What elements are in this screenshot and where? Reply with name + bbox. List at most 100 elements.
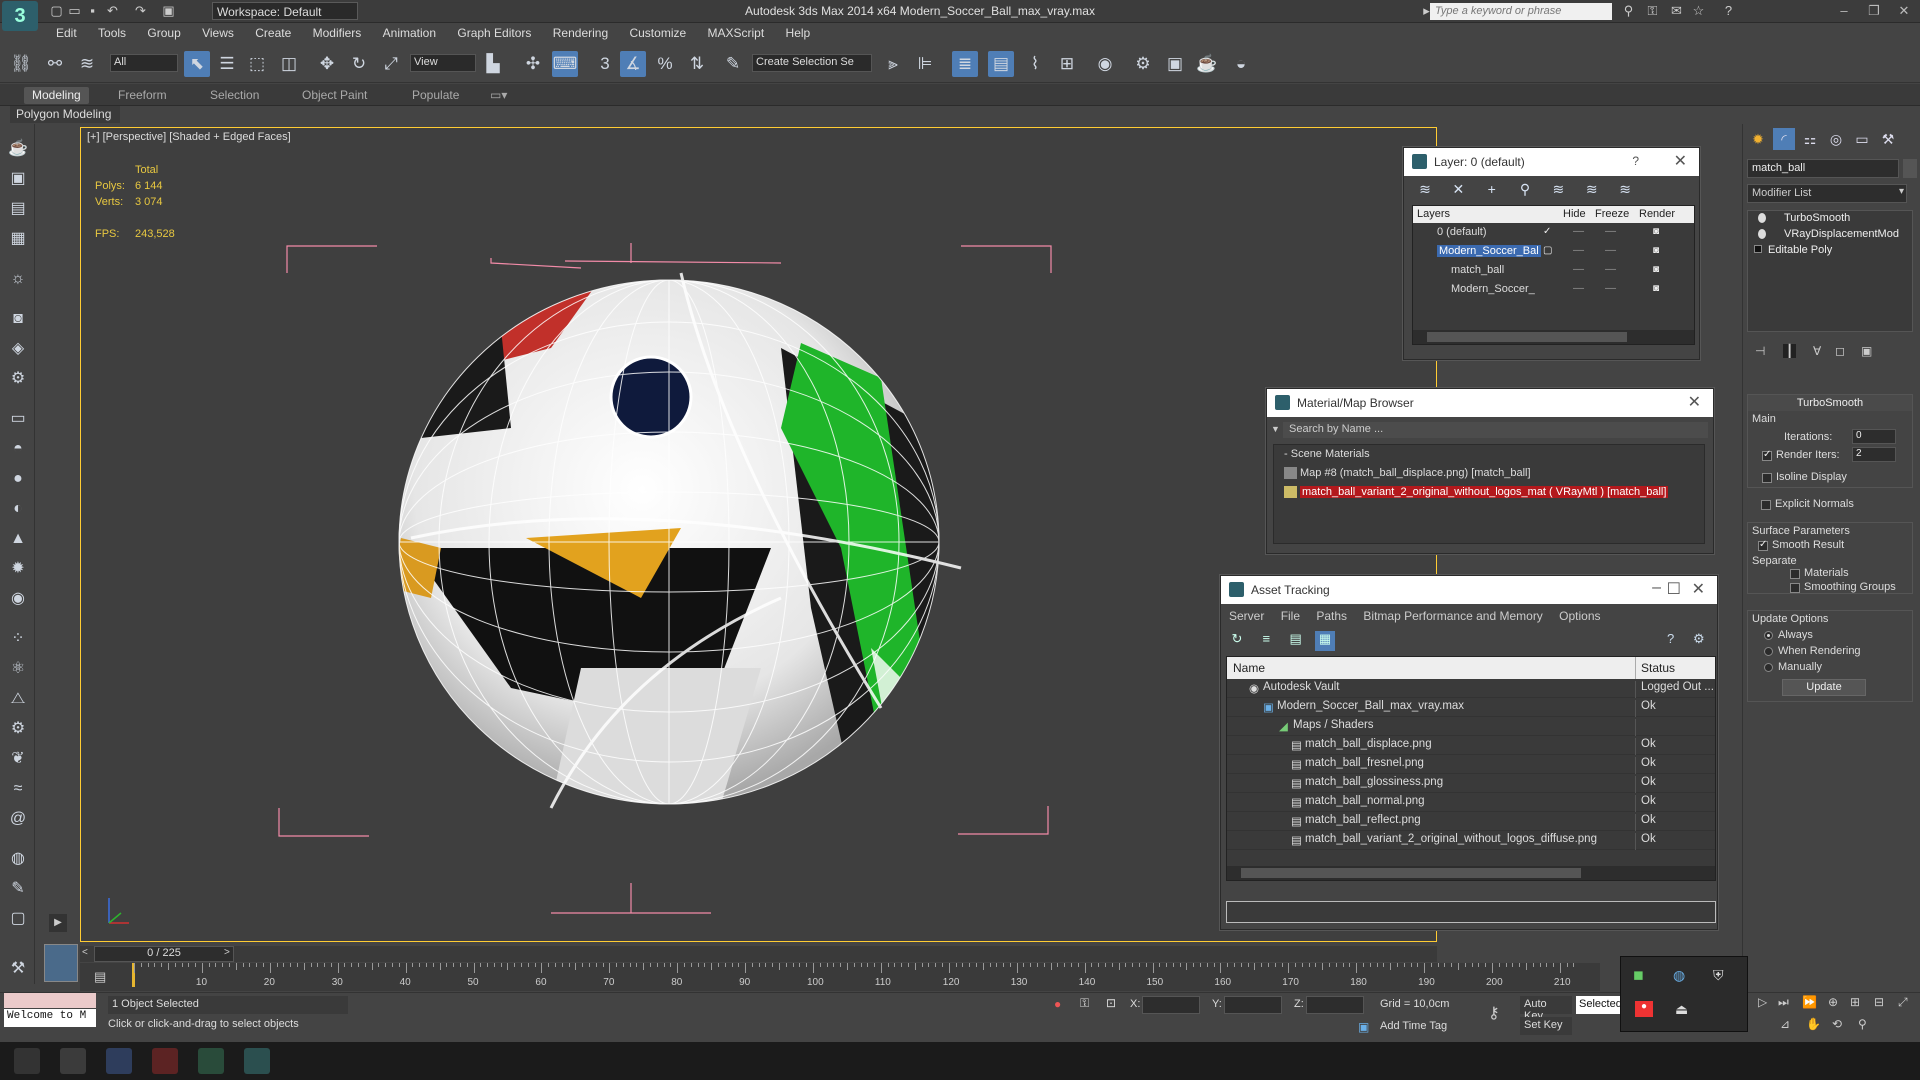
pyramid-icon[interactable]: ⧍ bbox=[7, 688, 29, 710]
asset-row[interactable]: ▣ Modern_Soccer_Ball_max_vray.max Ok bbox=[1227, 698, 1715, 717]
show-end-result-icon[interactable]: ┃ bbox=[1783, 344, 1797, 358]
maximize-icon[interactable]: ☐ bbox=[1667, 579, 1681, 599]
named-selection-dropdown[interactable]: Create Selection Se bbox=[752, 54, 872, 72]
project-folder-icon[interactable]: ▣ bbox=[160, 3, 177, 19]
menu-animation[interactable]: Animation bbox=[383, 24, 436, 42]
ribbon-options-icon[interactable]: ▭▾ bbox=[482, 87, 515, 104]
maximize-viewport-icon[interactable]: ⤢ bbox=[1898, 995, 1908, 1010]
bind-spacewarp-icon[interactable]: ≋ bbox=[74, 51, 100, 77]
teapot-tool-icon[interactable]: ☕ bbox=[7, 138, 29, 160]
select-layer-objects-icon[interactable]: ⚲ bbox=[1514, 181, 1536, 201]
render-toggle-icon[interactable]: ◙ bbox=[1653, 226, 1659, 237]
pan-icon[interactable]: ✋ bbox=[1806, 1017, 1821, 1031]
grid-view-icon[interactable]: ▦ bbox=[7, 228, 29, 250]
light-bulb-icon[interactable]: ☼ bbox=[7, 268, 29, 290]
spinner-snap-icon[interactable]: ⇅ bbox=[684, 51, 710, 77]
scene-materials-group[interactable]: - Scene Materials bbox=[1274, 445, 1704, 464]
new-file-icon[interactable]: ▢ bbox=[48, 3, 65, 19]
list-view-icon[interactable]: ≡ bbox=[1256, 631, 1276, 651]
freeze-toggle-icon[interactable]: –– bbox=[1605, 226, 1616, 237]
sun-icon[interactable]: ✹ bbox=[7, 558, 29, 580]
bulb-icon[interactable] bbox=[1758, 213, 1766, 223]
layer-help-icon[interactable]: ? bbox=[1632, 154, 1639, 168]
refresh-icon[interactable]: ↻ bbox=[1227, 631, 1247, 651]
layer-hscrollbar[interactable] bbox=[1413, 330, 1694, 344]
polygon-modeling-panel[interactable]: Polygon Modeling bbox=[10, 106, 120, 123]
menu-tools[interactable]: Tools bbox=[98, 24, 126, 42]
render-iters-checkbox[interactable] bbox=[1762, 449, 1772, 461]
update-button[interactable]: Update bbox=[1782, 679, 1866, 696]
zoom-all-icon[interactable]: ⊞ bbox=[1850, 995, 1860, 1009]
layer-row[interactable]: match_ball –– –– ◙ bbox=[1413, 261, 1694, 280]
tab-object-paint[interactable]: Object Paint bbox=[294, 87, 375, 104]
render-production-icon[interactable]: ☕ bbox=[1194, 51, 1220, 77]
window-crossing-icon[interactable]: ◫ bbox=[276, 51, 302, 77]
keyboard-shortcut-override-icon[interactable]: ⌨ bbox=[552, 51, 578, 77]
menu-bitmap-performance[interactable]: Bitmap Performance and Memory bbox=[1363, 609, 1542, 623]
gear-tool-icon[interactable]: ⚙ bbox=[7, 718, 29, 740]
isolate-icon[interactable]: ● bbox=[1054, 997, 1061, 1011]
tab-selection[interactable]: Selection bbox=[202, 87, 267, 104]
play-preview-icon[interactable]: ▶ bbox=[49, 914, 67, 932]
time-slider[interactable]: < 0 / 225 > bbox=[80, 946, 1437, 962]
selection-lock-icon[interactable]: ⚿ bbox=[1080, 996, 1089, 1011]
hierarchy-tab-icon[interactable]: ⚏ bbox=[1799, 128, 1821, 150]
explicit-normals-checkbox[interactable] bbox=[1761, 500, 1771, 510]
mini-curve-editor-icon[interactable] bbox=[44, 944, 78, 982]
plant-icon[interactable]: ❦ bbox=[7, 748, 29, 770]
asset-row[interactable]: ▤ match_ball_reflect.png Ok bbox=[1227, 812, 1715, 831]
object-name-field[interactable]: match_ball bbox=[1747, 159, 1899, 178]
align-icon[interactable]: ⊫ bbox=[912, 51, 938, 77]
asset-row[interactable]: ▤ match_ball_glossiness.png Ok bbox=[1227, 774, 1715, 793]
workspace-dropdown[interactable]: Workspace: Default bbox=[212, 2, 358, 20]
time-slider-thumb[interactable]: 0 / 225 bbox=[94, 946, 234, 962]
menu-options[interactable]: Options bbox=[1559, 609, 1600, 623]
key-icon[interactable]: ⚷ bbox=[1488, 1003, 1500, 1023]
new-layer-icon[interactable]: ≋ bbox=[1414, 181, 1436, 201]
next-key-icon[interactable]: ⏭ bbox=[1778, 995, 1789, 1010]
menu-maxscript[interactable]: MAXScript bbox=[708, 24, 765, 42]
sphere-icon[interactable]: ● bbox=[7, 468, 29, 490]
globe-icon[interactable]: ◍ bbox=[7, 848, 29, 870]
close-icon[interactable]: ✕ bbox=[1674, 151, 1687, 171]
helper-icon[interactable]: ◈ bbox=[7, 338, 29, 360]
help-icon[interactable]: ? bbox=[1667, 631, 1674, 646]
scroll-thumb[interactable] bbox=[1427, 332, 1627, 342]
modifier-stack-item[interactable]: TurboSmooth bbox=[1748, 211, 1912, 227]
mirror-icon[interactable]: ⫸ bbox=[880, 51, 906, 77]
open-file-icon[interactable]: ▭ bbox=[66, 3, 83, 19]
close-icon[interactable]: ✕ bbox=[1688, 392, 1701, 412]
layer-panel-titlebar[interactable]: Layer: 0 (default) ? ✕ bbox=[1404, 148, 1699, 176]
freeze-all-layers-icon[interactable]: ≋ bbox=[1614, 181, 1636, 201]
rect-region-icon[interactable]: ⬚ bbox=[244, 51, 270, 77]
menu-help[interactable]: Help bbox=[786, 24, 811, 42]
taskbar-app-icon[interactable] bbox=[60, 1048, 86, 1074]
close-window-icon[interactable]: ✕ bbox=[1890, 2, 1918, 20]
asset-row[interactable]: ▤ match_ball_normal.png Ok bbox=[1227, 793, 1715, 812]
scroll-thumb[interactable] bbox=[1241, 868, 1581, 878]
modifier-stack-item[interactable]: Editable Poly bbox=[1748, 243, 1912, 259]
col-render[interactable]: Render bbox=[1639, 208, 1675, 220]
menu-customize[interactable]: Customize bbox=[629, 24, 686, 42]
next-frame-icon[interactable]: > bbox=[224, 947, 230, 958]
remove-modifier-icon[interactable]: ◻ bbox=[1835, 344, 1845, 358]
walk-through-icon[interactable]: ⚲ bbox=[1858, 1017, 1867, 1031]
nvidia-icon[interactable]: ◼ bbox=[1633, 967, 1644, 983]
network-globe-icon[interactable]: ◍ bbox=[1673, 967, 1685, 984]
doc-icon[interactable]: ▤ bbox=[7, 198, 29, 220]
freeze-toggle-icon[interactable]: –– bbox=[1605, 245, 1616, 256]
chevron-down-icon[interactable]: ▾ bbox=[1899, 186, 1904, 197]
x-coordinate-field[interactable] bbox=[1142, 996, 1200, 1014]
hide-toggle-icon[interactable]: –– bbox=[1573, 283, 1584, 294]
hair-icon[interactable]: ≈ bbox=[7, 778, 29, 800]
bulb-icon[interactable] bbox=[1758, 229, 1766, 239]
prev-frame-icon[interactable]: < bbox=[82, 947, 88, 958]
y-coordinate-field[interactable] bbox=[1224, 996, 1282, 1014]
binoculars-icon[interactable]: ⚲ bbox=[1620, 3, 1637, 19]
doc-edit-icon[interactable]: ✎ bbox=[7, 878, 29, 900]
asset-panel-titlebar[interactable]: Asset Tracking – ☐ ✕ bbox=[1221, 576, 1717, 604]
material-item[interactable]: Map #8 (match_ball_displace.png) [match_… bbox=[1274, 464, 1704, 483]
tab-modeling[interactable]: Modeling bbox=[24, 87, 89, 104]
dome-icon[interactable]: ◓ bbox=[7, 438, 29, 460]
display-tab-icon[interactable]: ▭ bbox=[1851, 128, 1873, 150]
